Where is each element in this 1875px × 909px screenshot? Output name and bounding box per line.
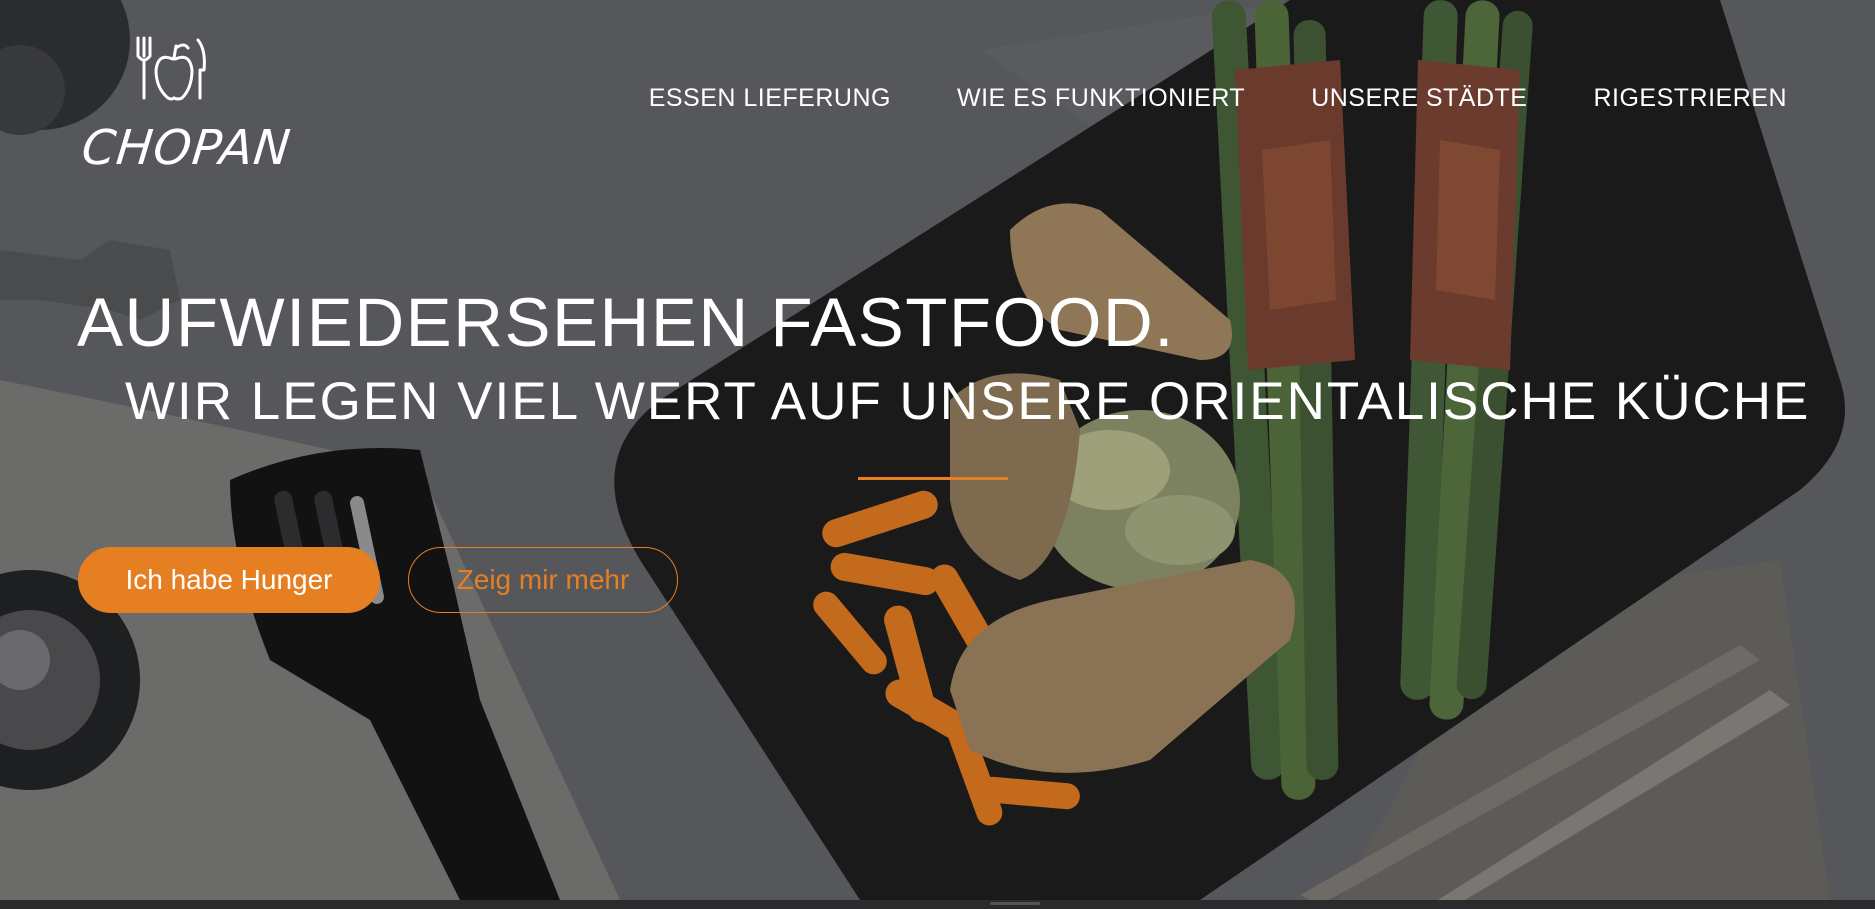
nav-item-registrieren[interactable]: RIGESTRIEREN (1593, 84, 1787, 113)
hungry-button[interactable]: Ich habe Hunger (78, 547, 380, 613)
main-nav: ESSEN LIEFERUNG WIE ES FUNKTIONIERT UNSE… (583, 84, 1787, 113)
fork-apple-knife-icon (136, 36, 206, 101)
hero-subheadline: WIR LEGEN VIEL WERT AUF UNSERE ORIENTALI… (125, 372, 1811, 431)
brand-name: CHOPAN (79, 120, 294, 176)
show-more-button[interactable]: Zeig mir mehr (408, 547, 678, 613)
brand-logo[interactable]: CHOPAN (79, 36, 294, 176)
nav-item-essen-lieferung[interactable]: ESSEN LIEFERUNG (649, 84, 891, 113)
hero-section: CHOPAN ESSEN LIEFERUNG WIE ES FUNKTIONIE… (0, 0, 1875, 900)
nav-item-unsere-staedte[interactable]: UNSERE STÄDTE (1311, 84, 1527, 113)
nav-item-wie-es-funktioniert[interactable]: WIE ES FUNKTIONIERT (957, 84, 1245, 113)
scroll-handle[interactable] (990, 902, 1040, 905)
bottom-scroll-bar (0, 900, 1875, 909)
accent-divider (858, 477, 1008, 480)
hero-headline: AUFWIEDERSEHEN FASTFOOD. (77, 284, 1175, 361)
